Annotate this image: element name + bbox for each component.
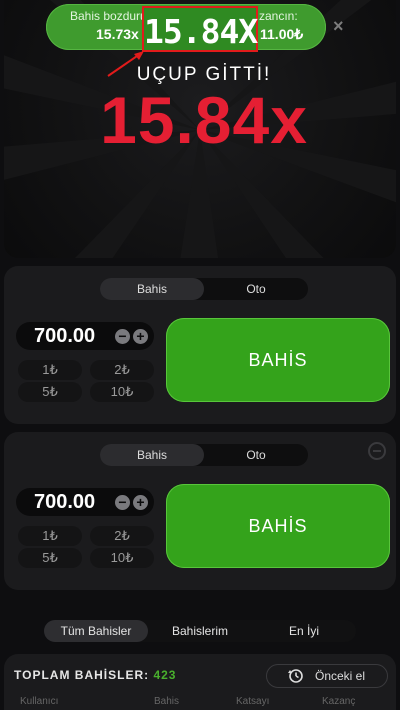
bet-mode-toggle: Bahis Oto [100, 278, 308, 300]
column-multiplier: Katsayı [236, 696, 270, 707]
minus-icon[interactable]: − [115, 495, 130, 510]
chip-5[interactable]: 5₺ [18, 382, 82, 402]
bet-panel-2: Bahis Oto 700.00 − + 1₺ 2₺ 5₺ 10₺ BAHİS [4, 432, 396, 590]
toast-win-value: 11.00₺ [260, 26, 304, 42]
highlight-multiplier: 15.84X [144, 12, 258, 51]
toast-bet-label: Bahis bozdurul [70, 9, 150, 23]
chip-2[interactable]: 2₺ [90, 360, 154, 380]
total-bets-count: 423 [153, 668, 177, 682]
bet-mode-toggle: Bahis Oto [100, 444, 308, 466]
tab-my-bets[interactable]: Bahislerim [148, 620, 252, 642]
bet-amount-value[interactable]: 700.00 [34, 325, 95, 348]
minus-icon[interactable]: − [115, 329, 130, 344]
chip-5[interactable]: 5₺ [18, 548, 82, 568]
bets-footer: TOPLAM BAHİSLER: 423 Önceki el Kullanıcı… [4, 654, 396, 710]
history-icon [288, 669, 303, 683]
crash-multiplier: 15.84x [100, 83, 308, 157]
chip-10[interactable]: 10₺ [90, 382, 154, 402]
tab-bet[interactable]: Bahis [100, 444, 204, 466]
close-icon[interactable]: × [333, 16, 344, 37]
tab-all-bets[interactable]: Tüm Bahisler [44, 620, 148, 642]
highlight-box: 15.84X [142, 6, 258, 52]
toast-win-label: zancın: [259, 9, 298, 23]
bet-amount-field[interactable]: 700.00 − + [16, 322, 154, 350]
tab-auto[interactable]: Oto [204, 278, 308, 300]
tab-bet[interactable]: Bahis [100, 278, 204, 300]
toast-bet-value: 15.73x [96, 26, 139, 42]
chip-10[interactable]: 10₺ [90, 548, 154, 568]
bet-button[interactable]: BAHİS [166, 484, 390, 568]
column-winnings: Kazanç [322, 696, 356, 707]
bet-amount-field[interactable]: 700.00 − + [16, 488, 154, 516]
chip-1[interactable]: 1₺ [18, 360, 82, 380]
column-user: Kullanıcı [20, 696, 59, 707]
previous-round-button[interactable]: Önceki el [266, 664, 388, 688]
bets-tabs: Tüm Bahisler Bahislerim En İyi [44, 620, 356, 642]
bet-button[interactable]: BAHİS [166, 318, 390, 402]
chip-2[interactable]: 2₺ [90, 526, 154, 546]
plus-icon[interactable]: + [133, 495, 148, 510]
chip-1[interactable]: 1₺ [18, 526, 82, 546]
plus-icon[interactable]: + [133, 329, 148, 344]
tab-top[interactable]: En İyi [252, 620, 356, 642]
previous-round-label[interactable]: Önceki el [315, 669, 365, 683]
bet-amount-value[interactable]: 700.00 [34, 491, 95, 514]
arrow-icon [107, 51, 144, 77]
total-bets: TOPLAM BAHİSLER: 423 [14, 668, 176, 682]
bet-panel-1: Bahis Oto 700.00 − + 1₺ 2₺ 5₺ 10₺ BAHİS [4, 266, 396, 424]
column-bet: Bahis [154, 696, 180, 707]
remove-panel-icon[interactable] [368, 442, 386, 460]
tab-auto[interactable]: Oto [204, 444, 308, 466]
total-bets-label: TOPLAM BAHİSLER: [14, 668, 150, 682]
